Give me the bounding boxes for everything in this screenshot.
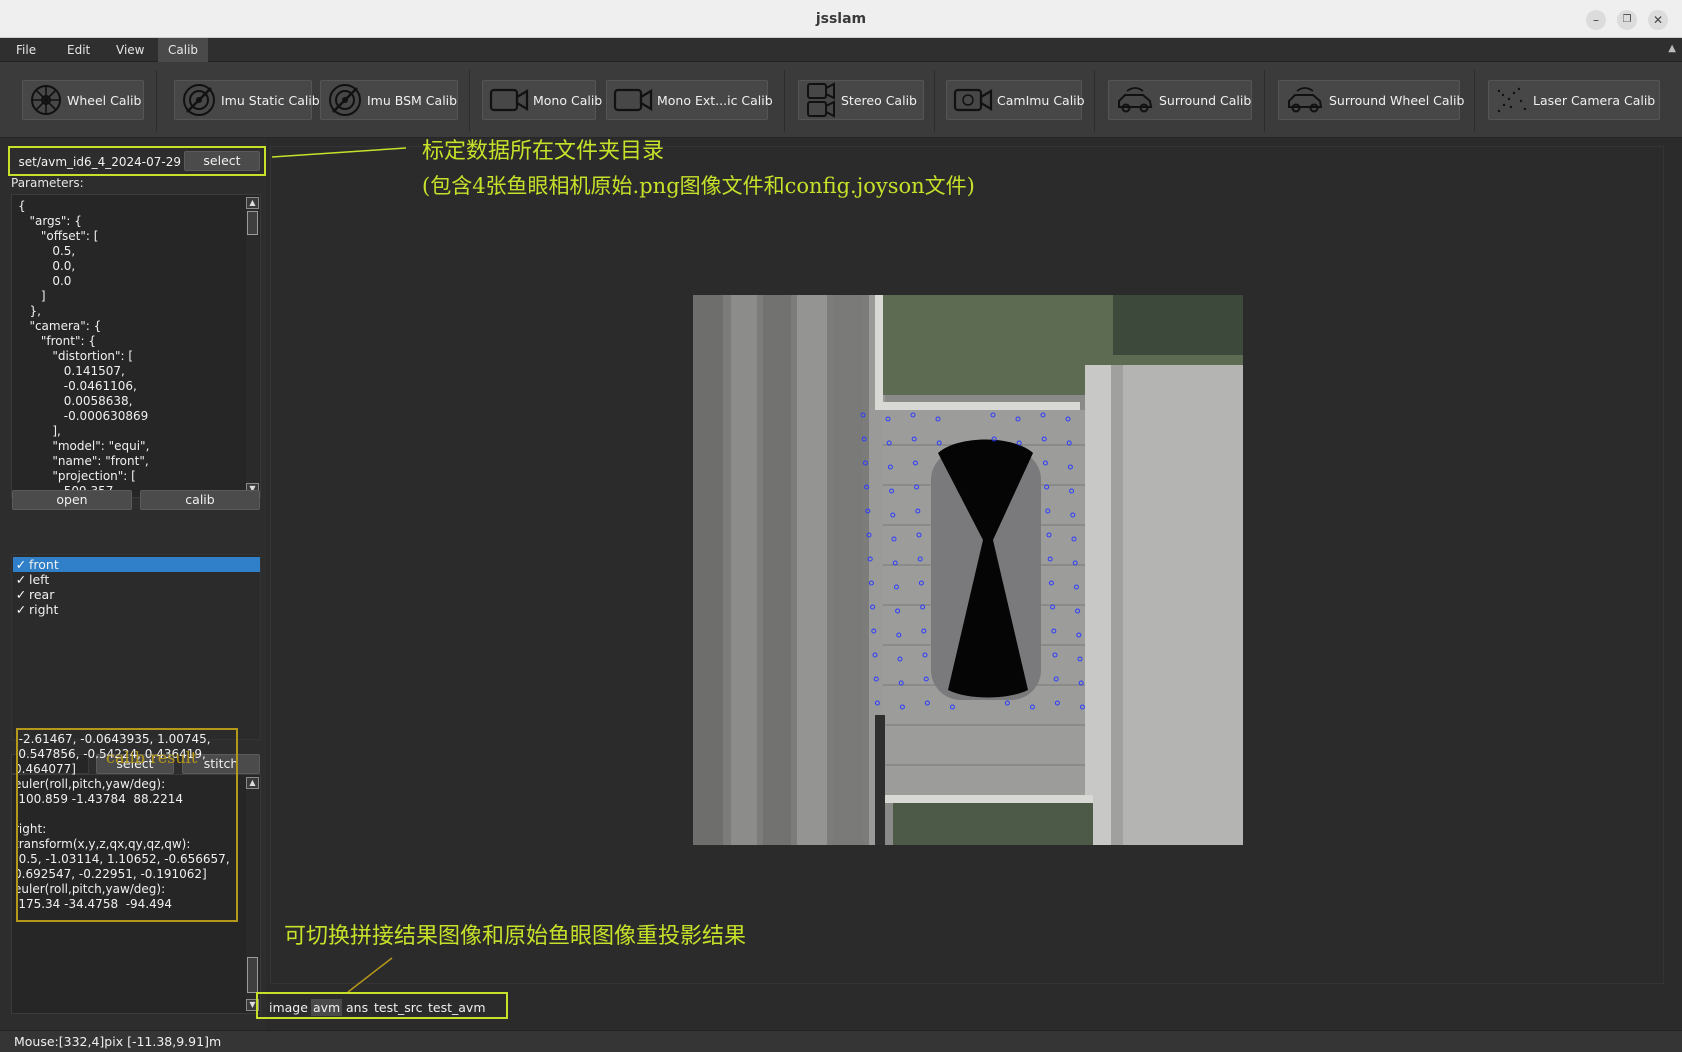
scroll-up-icon[interactable]: ▲ xyxy=(246,197,259,209)
status-bar: Mouse:[332,4]pix [-11.38,9.91]m xyxy=(0,1030,1682,1052)
camera-icon xyxy=(613,88,653,112)
laser-camera-calib-button[interactable]: Laser Camera Calib xyxy=(1488,80,1660,120)
switch-annotation: 可切换拼接结果图像和原始鱼眼图像重投影结果 xyxy=(284,924,747,949)
stair-steps xyxy=(693,295,885,845)
checkbox-icon[interactable]: ✓ xyxy=(13,587,29,602)
toolbar-separator xyxy=(784,70,785,132)
menu-calib[interactable]: Calib xyxy=(158,38,209,62)
calib-toolbar: Wheel Calib Imu Static Calib Imu BSM Cal… xyxy=(0,62,1682,138)
camera-list: ✓ front ✓ left ✓ rear ✓ right xyxy=(11,554,261,740)
menu-file[interactable]: File xyxy=(6,38,46,62)
mono-extrinsic-calib-button[interactable]: Mono Ext...ic Calib xyxy=(606,80,773,120)
camera-item-right[interactable]: ✓ right xyxy=(13,602,260,617)
folder-annotation-desc: (包含4张鱼眼相机原始.png图像文件和config.joyson文件) xyxy=(422,174,975,198)
scroll-thumb[interactable] xyxy=(247,957,258,993)
camera-item-label: front xyxy=(29,557,59,572)
stereo-camera-icon xyxy=(807,82,835,118)
toolbar-label: Stereo Calib xyxy=(841,92,917,108)
annotation-leader-line xyxy=(271,147,407,158)
tab-avm[interactable]: avm xyxy=(311,999,343,1016)
toolbar-label: Laser Camera Calib xyxy=(1533,92,1656,108)
close-button[interactable]: ✕ xyxy=(1648,10,1668,30)
checkbox-icon[interactable]: ✓ xyxy=(13,602,29,617)
folder-select-highlight: set/avm_id6_4_2024-07-29 select xyxy=(8,146,266,176)
stereo-calib-button[interactable]: Stereo Calib xyxy=(798,80,924,120)
toolbar-label: Mono Calib xyxy=(533,92,603,108)
checkbox-icon[interactable]: ✓ xyxy=(13,572,29,587)
folder-path-field[interactable]: set/avm_id6_4_2024-07-29 xyxy=(13,151,185,173)
title-bar: jsslam – ❐ ✕ xyxy=(0,0,1682,38)
menu-edit[interactable]: Edit xyxy=(57,38,100,62)
tab-test-src[interactable]: test_src xyxy=(372,999,425,1016)
parameters-editor[interactable]: { "args": { "offset": [ 0.5, 0.0, 0.0 ] … xyxy=(11,194,261,498)
folder-annotation-title: 标定数据所在文件夹目录 xyxy=(422,139,665,164)
vehicle-shape xyxy=(931,439,1041,700)
toolbar-label: Surround Calib xyxy=(1159,92,1252,108)
toolbar-separator xyxy=(1264,70,1265,132)
toolbar-label: Wheel Calib xyxy=(67,92,142,108)
camera-item-label: left xyxy=(29,572,50,587)
avm-stitched-image[interactable] xyxy=(693,295,1243,845)
checkbox-icon[interactable]: ✓ xyxy=(13,557,29,572)
camera-item-label: rear xyxy=(29,587,55,602)
camera-item-label: right xyxy=(29,602,59,617)
toolbar-label: Imu BSM Calib xyxy=(367,92,458,108)
tab-test-avm[interactable]: test_avm xyxy=(426,999,488,1016)
imu-bsm-calib-button[interactable]: Imu BSM Calib xyxy=(320,80,458,120)
camera-item-front[interactable]: ✓ front xyxy=(13,557,260,572)
parameters-label: Parameters: xyxy=(11,176,84,190)
toolbar-separator xyxy=(156,70,157,132)
parameters-text[interactable]: { "args": { "offset": [ 0.5, 0.0, 0.0 ] … xyxy=(18,199,244,497)
car-icon xyxy=(1118,87,1153,113)
wheel-icon xyxy=(31,85,61,115)
open-button[interactable]: open xyxy=(12,490,132,510)
toolbar-separator xyxy=(934,70,935,132)
toolbar-label: Imu Static Calib xyxy=(221,92,320,108)
maximize-button[interactable]: ❐ xyxy=(1617,10,1637,30)
parameters-scrollbar[interactable]: ▲ ▼ xyxy=(246,197,259,495)
mono-calib-button[interactable]: Mono Calib xyxy=(482,80,602,120)
calib-result-highlight: [-2.61467, -0.0643935, 1.00745, -0.54785… xyxy=(16,728,238,922)
toolbar-separator xyxy=(469,70,470,132)
surround-wheel-calib-button[interactable]: Surround Wheel Calib xyxy=(1278,80,1464,120)
toolbar-separator xyxy=(1474,70,1475,132)
camera-icon xyxy=(489,88,529,112)
scroll-up-icon[interactable]: ▲ xyxy=(246,777,259,789)
laser-icon xyxy=(1497,87,1527,113)
view-tabs-highlight: image avm ans test_src test_avm xyxy=(256,992,508,1019)
camera-item-rear[interactable]: ✓ rear xyxy=(13,587,260,602)
window-title: jsslam xyxy=(815,11,867,27)
wheel-calib-button[interactable]: Wheel Calib xyxy=(22,80,144,120)
result-scrollbar[interactable]: ▲ ▼ xyxy=(246,777,259,1011)
tab-image[interactable]: image xyxy=(267,999,310,1016)
camera-item-left[interactable]: ✓ left xyxy=(13,572,260,587)
menu-bar: File Edit View Calib ▲ xyxy=(0,38,1682,62)
mouse-coordinates: Mouse:[332,4]pix [-11.38,9.91]m xyxy=(14,1034,222,1049)
folder-select-button[interactable]: select xyxy=(184,151,260,171)
minimize-button[interactable]: – xyxy=(1586,10,1606,30)
imu-icon xyxy=(183,84,215,116)
menu-view[interactable]: View xyxy=(106,38,154,62)
imu-icon xyxy=(329,84,361,116)
menu-scroll-up-icon[interactable]: ▲ xyxy=(1668,43,1676,54)
toolbar-label: Surround Wheel Calib xyxy=(1329,92,1465,108)
surround-calib-button[interactable]: Surround Calib xyxy=(1108,80,1252,120)
car-icon xyxy=(1288,87,1323,113)
imu-static-calib-button[interactable]: Imu Static Calib xyxy=(174,80,320,120)
camimu-calib-button[interactable]: CamImu Calib xyxy=(946,80,1085,120)
toolbar-separator xyxy=(1094,70,1095,132)
toolbar-label: CamImu Calib xyxy=(997,92,1085,108)
calib-result-annotation: calib result xyxy=(106,748,198,767)
toolbar-label: Mono Ext...ic Calib xyxy=(657,92,773,108)
tab-ans[interactable]: ans xyxy=(344,999,370,1016)
calib-button[interactable]: calib xyxy=(140,490,260,510)
camera-imu-icon xyxy=(953,88,993,112)
scroll-thumb[interactable] xyxy=(247,211,258,235)
